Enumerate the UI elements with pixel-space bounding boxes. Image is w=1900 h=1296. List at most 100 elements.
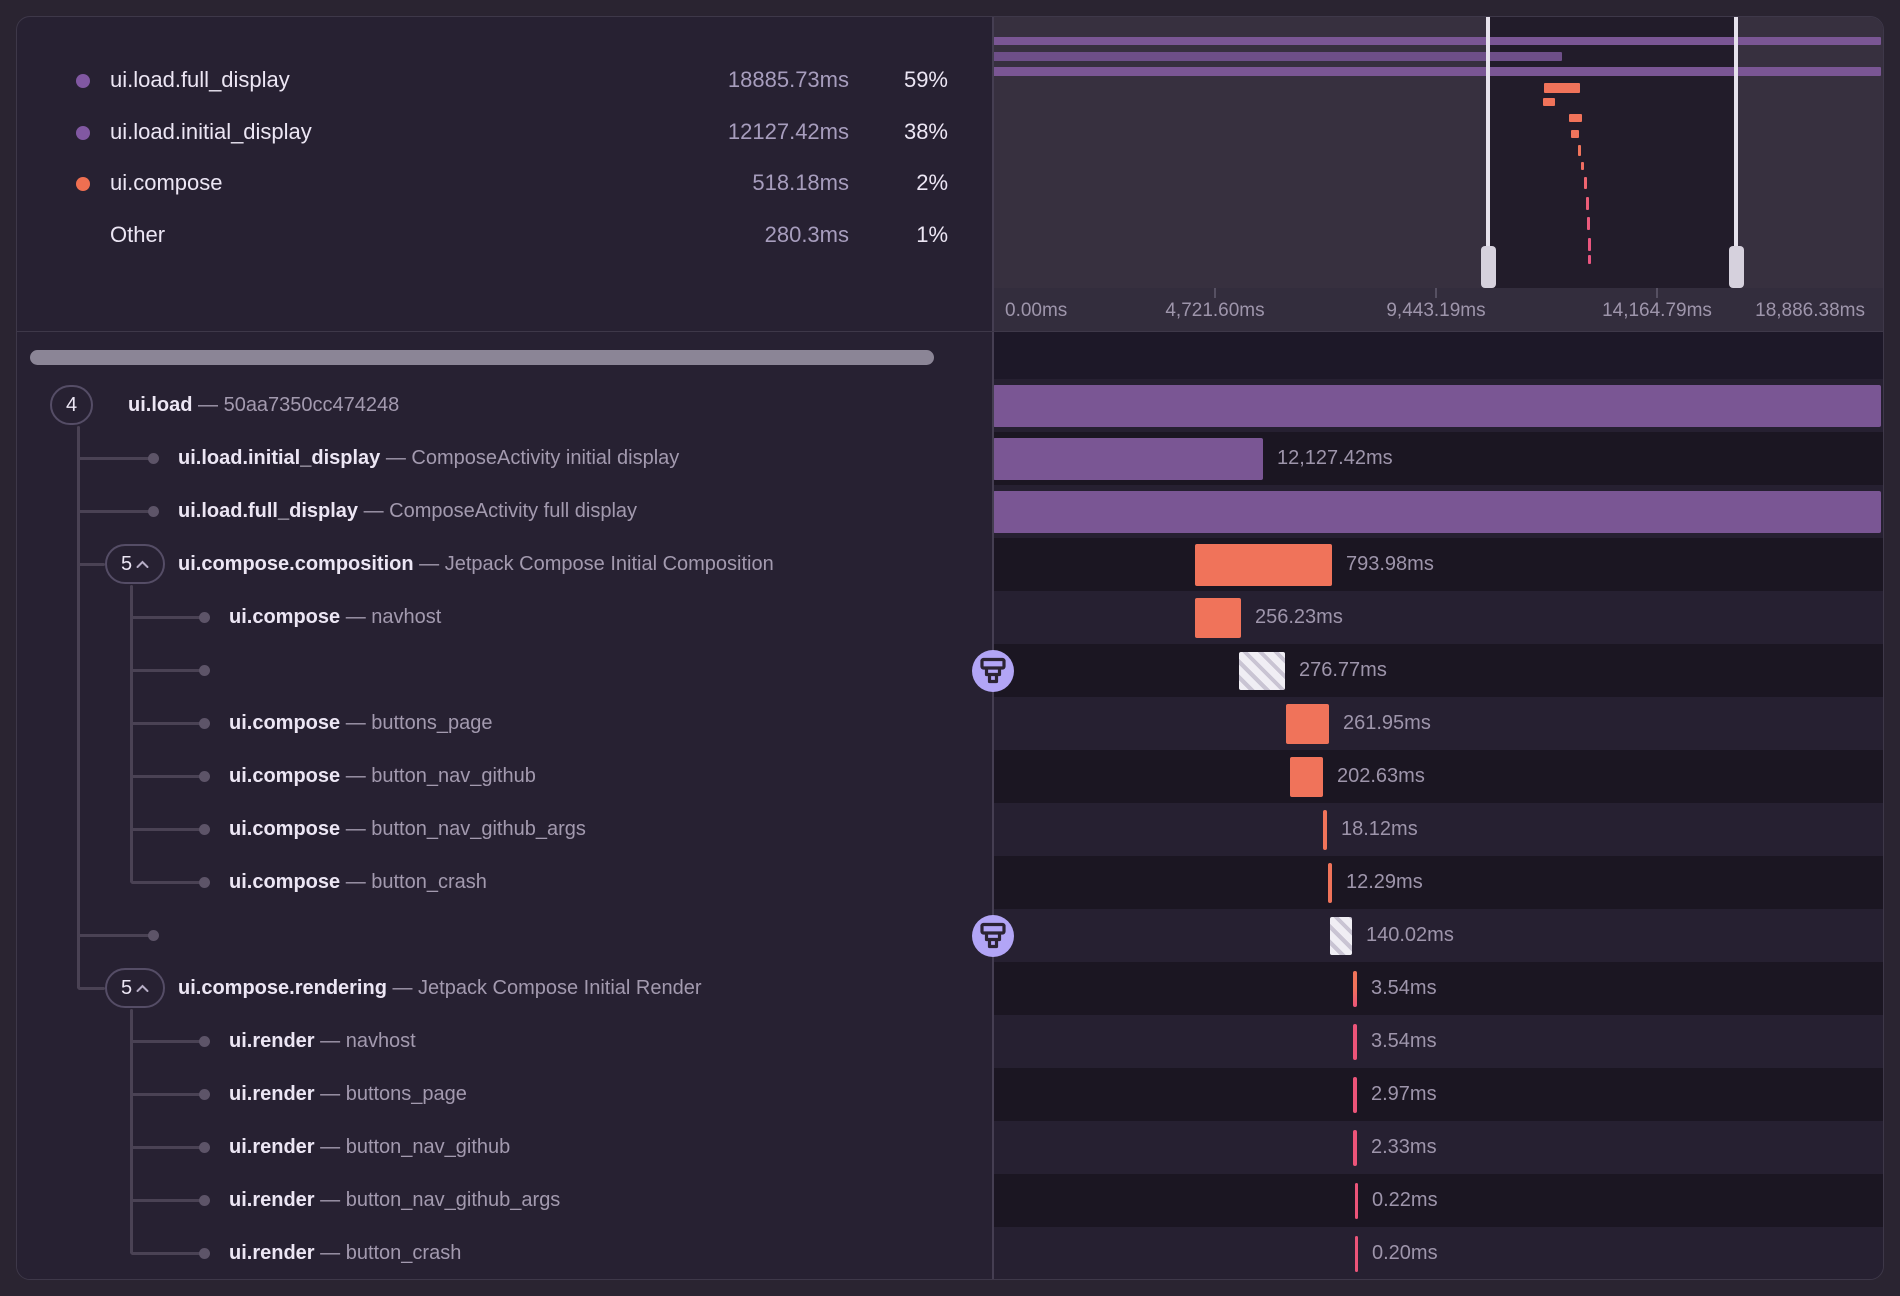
tree-row[interactable]: ui.compose — button_crash	[17, 856, 993, 909]
span-bar-row[interactable]	[993, 485, 1884, 538]
profiling-funnel-icon[interactable]	[972, 915, 1014, 957]
span-duration-bar[interactable]	[1239, 652, 1285, 690]
legend-item: ui.compose518.18ms2%	[17, 162, 967, 206]
span-bar-row[interactable]: 256.23ms	[993, 591, 1884, 644]
span-duration-bar[interactable]	[1353, 1130, 1357, 1166]
tree-node-dot	[199, 1089, 210, 1100]
span-op-name: ui.load	[128, 394, 192, 416]
trace-minimap[interactable]: 0.00ms4,721.60ms9,443.19ms14,164.79ms18,…	[993, 17, 1884, 332]
tree-connector	[78, 510, 153, 513]
span-duration-label: 256.23ms	[1255, 591, 1343, 644]
minimap-handle-grip-right[interactable]	[1729, 246, 1744, 288]
span-duration-bar[interactable]	[1330, 917, 1352, 955]
legend-item: Other280.3ms1%	[17, 214, 967, 258]
span-duration-bar[interactable]	[993, 385, 1881, 427]
span-bar-row[interactable]: 3.54ms	[993, 1015, 1884, 1068]
tree-connector	[131, 881, 204, 884]
span-duration-bar[interactable]	[1195, 598, 1241, 638]
span-description: ui.load — 50aa7350cc474248	[128, 379, 399, 432]
span-duration-bar[interactable]	[1195, 544, 1332, 586]
tree-row[interactable]: ui.render — navhost	[17, 1015, 993, 1068]
tree-row[interactable]: ui.compose — buttons_page	[17, 697, 993, 750]
spans-area-gutter	[993, 332, 1884, 379]
tree-row[interactable]: 5ui.compose.composition — Jetpack Compos…	[17, 538, 993, 591]
legend-item: ui.load.full_display18885.73ms59%	[17, 59, 967, 103]
span-duration-bar[interactable]	[1355, 1183, 1358, 1219]
span-duration-bar[interactable]	[1328, 863, 1332, 903]
span-bar-row[interactable]: 793.98ms	[993, 538, 1884, 591]
span-op-name: ui.render	[229, 1083, 315, 1105]
tree-row[interactable]	[17, 644, 993, 697]
span-duration-bar[interactable]	[993, 438, 1263, 480]
tree-row[interactable]: ui.compose — button_nav_github	[17, 750, 993, 803]
span-description: ui.load.full_display — ComposeActivity f…	[178, 485, 637, 538]
axis-tick	[1435, 288, 1437, 298]
legend-percent-value: 2%	[859, 170, 948, 196]
tree-node-dot	[199, 1248, 210, 1259]
tree-row[interactable]: ui.render — button_crash	[17, 1227, 993, 1280]
horizontal-scrollbar-thumb[interactable]	[30, 350, 934, 365]
tree-guide-line	[130, 1009, 133, 1254]
span-duration-bar[interactable]	[1323, 810, 1327, 850]
expand-collapse-pill[interactable]: 5	[105, 968, 165, 1008]
span-bar-row[interactable]: 0.20ms	[993, 1227, 1884, 1280]
span-duration-bar[interactable]	[1355, 1236, 1358, 1272]
span-duration-bar[interactable]	[1286, 704, 1329, 744]
span-duration-bar[interactable]	[1353, 971, 1357, 1007]
span-duration-label: 3.54ms	[1371, 1015, 1437, 1068]
span-bar-row[interactable]	[993, 379, 1884, 432]
span-op-name: ui.render	[229, 1189, 315, 1211]
span-bar-row[interactable]: 12,127.42ms	[993, 432, 1884, 485]
tree-row[interactable]: ui.load.full_display — ComposeActivity f…	[17, 485, 993, 538]
expand-collapse-pill[interactable]: 5	[105, 544, 165, 584]
tree-row[interactable]: ui.render — button_nav_github_args	[17, 1174, 993, 1227]
span-duration-bar[interactable]	[1353, 1024, 1357, 1060]
minimap-mini-span	[1586, 197, 1589, 210]
span-op-name: ui.load.full_display	[178, 500, 358, 522]
trace-header-section: ui.load.full_display18885.73ms59% ui.load…	[17, 17, 1883, 332]
legend-percent-value: 1%	[859, 222, 948, 248]
span-bar-row[interactable]: 2.97ms	[993, 1068, 1884, 1121]
tree-node-dot	[199, 771, 210, 782]
tree-row[interactable]: ui.render — button_nav_github	[17, 1121, 993, 1174]
tree-spans-divider[interactable]	[992, 17, 994, 1280]
expand-collapse-pill[interactable]: 4	[50, 385, 93, 425]
minimap-handle-grip-left[interactable]	[1481, 246, 1496, 288]
span-bar-row[interactable]: 3.54ms	[993, 962, 1884, 1015]
span-op-name: ui.render	[229, 1136, 315, 1158]
minimap-region-right[interactable]	[1736, 17, 1884, 288]
profiling-funnel-icon[interactable]	[972, 650, 1014, 692]
span-duration-bar[interactable]	[1290, 757, 1323, 797]
span-duration-bar[interactable]	[993, 491, 1881, 533]
span-bar-row[interactable]: 261.95ms	[993, 697, 1884, 750]
tree-connector	[131, 1199, 204, 1202]
legend-percent-value: 38%	[859, 119, 948, 145]
span-bar-row[interactable]: 12.29ms	[993, 856, 1884, 909]
span-description: ui.render — navhost	[229, 1015, 416, 1068]
span-description: ui.compose — button_nav_github_args	[229, 803, 586, 856]
tree-row[interactable]: ui.compose — navhost	[17, 591, 993, 644]
tree-row[interactable]: ui.render — buttons_page	[17, 1068, 993, 1121]
minimap-mini-span	[1581, 162, 1584, 170]
tree-row[interactable]: ui.load.initial_display — ComposeActivit…	[17, 432, 993, 485]
span-bar-row[interactable]: 18.12ms	[993, 803, 1884, 856]
tree-row[interactable]: ui.compose — button_nav_github_args	[17, 803, 993, 856]
span-bar-row[interactable]: 202.63ms	[993, 750, 1884, 803]
minimap-mini-span	[1584, 177, 1587, 189]
minimap-mini-span	[1543, 98, 1555, 106]
span-bar-row[interactable]: 2.33ms	[993, 1121, 1884, 1174]
legend-op-label: ui.compose	[110, 170, 223, 196]
span-bar-row[interactable]: 140.02ms	[993, 909, 1884, 962]
span-description: ui.compose — button_crash	[229, 856, 487, 909]
legend-item: ui.load.initial_display12127.42ms38%	[17, 111, 967, 155]
tree-row[interactable]	[17, 909, 993, 962]
legend-op-label: ui.load.initial_display	[110, 119, 312, 145]
span-duration-bar[interactable]	[1353, 1077, 1357, 1113]
span-duration-label: 18.12ms	[1341, 803, 1418, 856]
span-bar-row[interactable]: 0.22ms	[993, 1174, 1884, 1227]
span-description: ui.compose — navhost	[229, 591, 441, 644]
tree-row[interactable]: 5ui.compose.rendering — Jetpack Compose …	[17, 962, 993, 1015]
tree-row[interactable]: 4 ui.load — 50aa7350cc474248	[17, 379, 993, 432]
span-duration-label: 793.98ms	[1346, 538, 1434, 591]
span-bar-row[interactable]: 276.77ms	[993, 644, 1884, 697]
